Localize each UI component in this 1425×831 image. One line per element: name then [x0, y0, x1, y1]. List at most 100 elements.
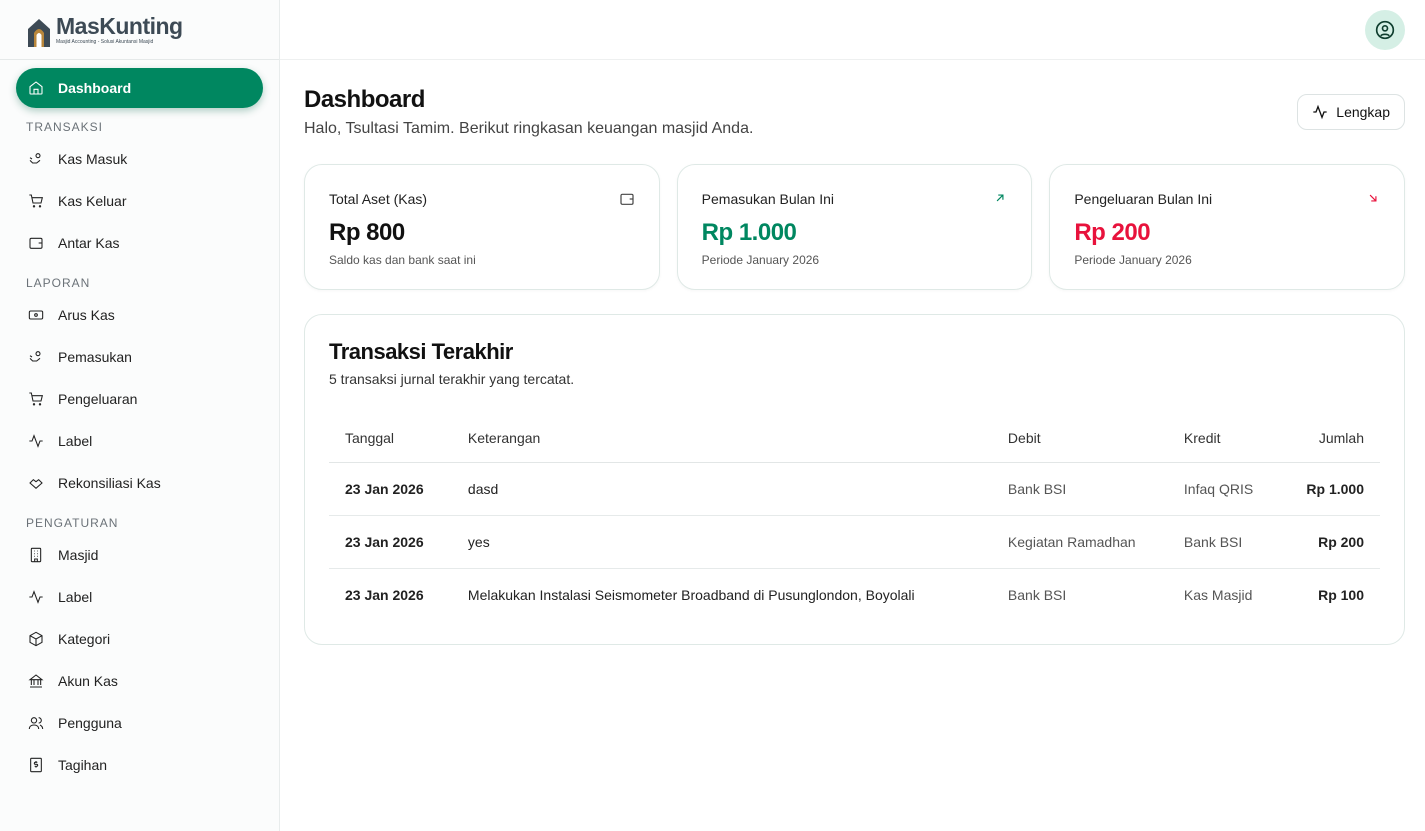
column-header: Debit — [992, 415, 1168, 462]
column-header: Keterangan — [452, 415, 992, 462]
logo[interactable]: MasKuntingMasjid Accounting - Solusi Aku… — [0, 0, 279, 60]
table-cell: Bank BSI — [992, 568, 1168, 621]
summary-card: Pengeluaran Bulan Ini Rp 200 Periode Janua… — [1049, 164, 1405, 290]
card-description: Saldo kas dan bank saat ini — [329, 253, 635, 267]
table-cell: Rp 200 — [1280, 515, 1380, 568]
bank-icon — [28, 673, 44, 689]
table-cell: 23 Jan 2026 — [329, 515, 452, 568]
table-cell: Bank BSI — [1168, 515, 1281, 568]
sidebar-item-label[interactable]: Label — [16, 576, 263, 618]
card-description: Periode January 2026 — [1074, 253, 1380, 267]
panel-title: Transaksi Terakhir — [329, 339, 1380, 365]
table-cell: Melakukan Instalasi Seismometer Broadban… — [452, 568, 992, 621]
sidebar-item-label: Akun Kas — [58, 673, 118, 689]
table-cell: 23 Jan 2026 — [329, 568, 452, 621]
logo-name: MasKunting — [56, 15, 183, 38]
sidebar-item-akun-kas[interactable]: Akun Kas — [16, 660, 263, 702]
table-row[interactable]: 23 Jan 2026dasdBank BSIInfaq QRISRp 1.00… — [329, 462, 1380, 515]
table-cell: Rp 1.000 — [1280, 462, 1380, 515]
page-subtitle: Halo, Tsultasi Tamim. Berikut ringkasan … — [304, 120, 1405, 138]
column-header: Jumlah — [1280, 415, 1380, 462]
table-cell: Bank BSI — [992, 462, 1168, 515]
sidebar-item-label: Pengeluaran — [58, 391, 137, 407]
sidebar-item-antar-kas[interactable]: Antar Kas — [16, 222, 263, 264]
sidebar-item-arus-kas[interactable]: Arus Kas — [16, 294, 263, 336]
sidebar-section-title: LAPORAN — [16, 264, 263, 294]
card-title: Total Aset (Kas) — [329, 191, 635, 207]
user-circle-icon — [1375, 20, 1395, 40]
sidebar-item-kategori[interactable]: Kategori — [16, 618, 263, 660]
column-header: Kredit — [1168, 415, 1281, 462]
users-icon — [28, 715, 44, 731]
summary-card: Pemasukan Bulan IniRp 1.000Periode Janua… — [677, 164, 1033, 290]
sidebar-item-kas-keluar[interactable]: Kas Keluar — [16, 180, 263, 222]
lengkap-button-label: Lengkap — [1336, 104, 1390, 120]
sidebar-item-label: Antar Kas — [58, 235, 119, 251]
activity-icon — [1312, 104, 1328, 120]
sidebar-item-label: Kategori — [58, 631, 110, 647]
mosque-logo-icon — [26, 13, 52, 47]
user-menu-button[interactable] — [1365, 10, 1405, 50]
sidebar-item-rekonsiliasi-kas[interactable]: Rekonsiliasi Kas — [16, 462, 263, 504]
page-title: Dashboard — [304, 86, 1405, 114]
wallet-icon — [619, 191, 635, 212]
sidebar-item-label: Label — [58, 589, 92, 605]
column-header: Tanggal — [329, 415, 452, 462]
card-value: Rp 800 — [329, 219, 635, 247]
sidebar-item-pengguna[interactable]: Pengguna — [16, 702, 263, 744]
activity-icon — [28, 589, 44, 605]
main-content: Dashboard Halo, Tsultasi Tamim. Berikut … — [304, 86, 1405, 645]
sidebar-item-label: Kas Keluar — [58, 193, 126, 209]
card-value: Rp 200 — [1074, 219, 1380, 247]
sidebar-item-label: Masjid — [58, 547, 98, 563]
sidebar-item-pemasukan[interactable]: Pemasukan — [16, 336, 263, 378]
sidebar-section-title: PENGATURAN — [16, 504, 263, 534]
wallet-icon — [28, 235, 44, 251]
sidebar-item-label: Arus Kas — [58, 307, 115, 323]
handshake-icon — [28, 475, 44, 491]
arrow-down-right-icon — [1366, 191, 1380, 210]
hand-coins-icon — [28, 349, 44, 365]
lengkap-button[interactable]: Lengkap — [1297, 94, 1405, 130]
sidebar-item-kas-masuk[interactable]: Kas Masuk — [16, 138, 263, 180]
card-title: Pemasukan Bulan Ini — [702, 191, 1008, 207]
sidebar-item-label: Pengguna — [58, 715, 122, 731]
panel-subtitle: 5 transaksi jurnal terakhir yang tercata… — [329, 371, 1380, 387]
table-cell: Kegiatan Ramadhan — [992, 515, 1168, 568]
recent-transactions-panel: Transaksi Terakhir 5 transaksi jurnal te… — [304, 314, 1405, 645]
table-row[interactable]: 23 Jan 2026Melakukan Instalasi Seismomet… — [329, 568, 1380, 621]
cart-icon — [28, 391, 44, 407]
sidebar-item-label: Tagihan — [58, 757, 107, 773]
sidebar: MasKuntingMasjid Accounting - Solusi Aku… — [0, 0, 280, 831]
sidebar-item-label: Kas Masuk — [58, 151, 127, 167]
activity-icon — [28, 433, 44, 449]
table-cell: Kas Masjid — [1168, 568, 1281, 621]
sidebar-section-title: TRANSAKSI — [16, 108, 263, 138]
table-cell: Rp 100 — [1280, 568, 1380, 621]
sidebar-item-label: Label — [58, 433, 92, 449]
card-title: Pengeluaran Bulan Ini — [1074, 191, 1380, 207]
banknote-icon — [28, 307, 44, 323]
sidebar-item-pengeluaran[interactable]: Pengeluaran — [16, 378, 263, 420]
sidebar-item-label[interactable]: Label — [16, 420, 263, 462]
home-icon — [28, 80, 44, 96]
logo-tagline: Masjid Accounting - Solusi Akuntansi Mas… — [56, 39, 183, 45]
building-icon — [28, 547, 44, 563]
sidebar-item-dashboard[interactable]: Dashboard — [16, 68, 263, 108]
arrow-up-right-icon — [993, 191, 1007, 210]
sidebar-item-masjid[interactable]: Masjid — [16, 534, 263, 576]
receipt-icon — [28, 757, 44, 773]
topbar — [280, 0, 1425, 60]
package-icon — [28, 631, 44, 647]
table-cell: yes — [452, 515, 992, 568]
table-row[interactable]: 23 Jan 2026yesKegiatan RamadhanBank BSIR… — [329, 515, 1380, 568]
hand-coins-icon — [28, 151, 44, 167]
sidebar-item-tagihan[interactable]: Tagihan — [16, 744, 263, 786]
table-cell: dasd — [452, 462, 992, 515]
table-cell: 23 Jan 2026 — [329, 462, 452, 515]
sidebar-item-label: Dashboard — [58, 80, 131, 96]
summary-card: Total Aset (Kas) Rp 800 Saldo kas dan bank… — [304, 164, 660, 290]
transactions-table: TanggalKeteranganDebitKreditJumlah23 Jan… — [329, 415, 1380, 621]
card-description: Periode January 2026 — [702, 253, 1008, 267]
table-cell: Infaq QRIS — [1168, 462, 1281, 515]
